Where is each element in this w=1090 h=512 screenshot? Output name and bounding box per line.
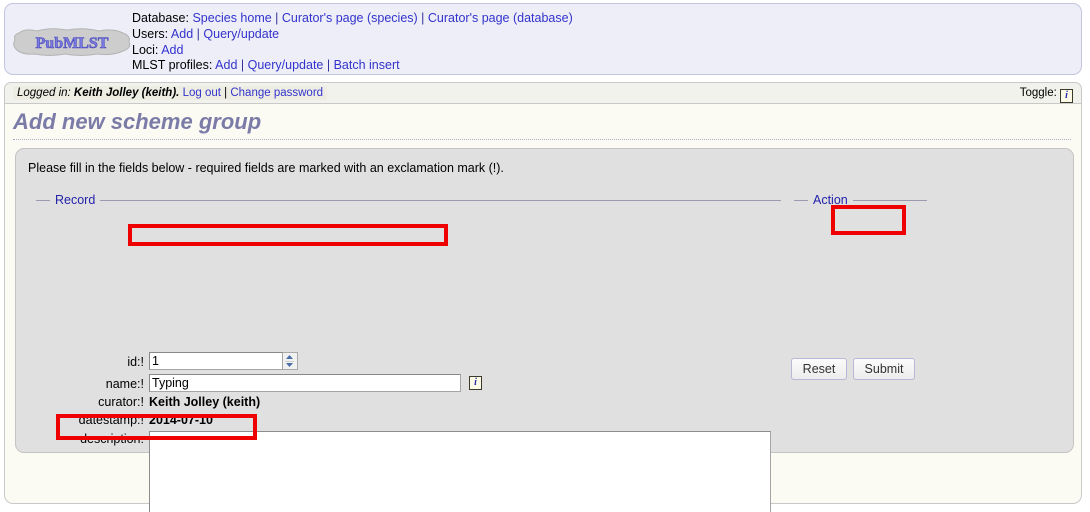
login-status-bar: Logged in: Keith Jolley (keith). Log out… (4, 82, 1082, 104)
id-label: id:! (127, 355, 144, 369)
page-title: Add new scheme group (13, 109, 1071, 140)
site-header: PubMLST Database: Species home | Curator… (4, 3, 1082, 75)
description-label: description: (80, 432, 144, 446)
link-mlst-query-update[interactable]: Query/update (248, 58, 324, 72)
record-legend: Record (55, 193, 96, 207)
link-users-query-update[interactable]: Query/update (203, 27, 279, 41)
link-curators-page-database[interactable]: Curator's page (database) (428, 11, 573, 25)
action-fieldset: Action (794, 193, 927, 249)
nav-separator: | (196, 26, 200, 41)
application-window: PubMLST Database: Species home | Curator… (0, 0, 1090, 512)
nav-separator: | (275, 11, 279, 25)
link-mlst-batch-insert[interactable]: Batch insert (334, 58, 400, 72)
logged-in-user: Keith Jolley (keith). (73, 87, 180, 99)
link-mlst-add[interactable]: Add (215, 58, 237, 72)
pubmlst-logo[interactable]: PubMLST (11, 26, 133, 58)
form-instructions: Please fill in the fields below - requir… (28, 161, 504, 175)
nav-row-database: Database: Species home | Curator's page … (132, 11, 573, 27)
nav-separator: | (240, 58, 245, 73)
login-separator: | (224, 87, 228, 99)
id-spinner[interactable] (283, 352, 298, 370)
header-nav: Database: Species home | Curator's page … (132, 11, 573, 74)
id-input[interactable] (149, 352, 283, 370)
link-users-add[interactable]: Add (171, 27, 193, 41)
scheme-group-form: Please fill in the fields below - requir… (15, 148, 1074, 512)
datestamp-value: 2014-07-10 (149, 413, 213, 427)
nav-row-mlst-profiles: MLST profiles: Add | Query/update | Batc… (132, 58, 573, 74)
nav-label-mlst-profiles: MLST profiles: (132, 58, 213, 73)
nav-label-database: Database: (132, 11, 189, 25)
spinner-down-icon[interactable] (285, 361, 294, 369)
name-label: name:! (105, 377, 144, 391)
curator-label: curator:! (98, 395, 144, 409)
link-curators-page-species[interactable]: Curator's page (species) (282, 11, 418, 25)
description-textarea[interactable] (149, 431, 771, 512)
page-content: Add new scheme group Please fill in the … (4, 104, 1082, 512)
logged-in-prefix: Logged in: (17, 87, 71, 99)
toggle-label: Toggle: (1019, 87, 1057, 99)
nav-separator: | (421, 11, 425, 25)
datestamp-label: datestamp:! (78, 413, 144, 427)
link-loci-add[interactable]: Add (161, 43, 183, 57)
login-status-text: Logged in: Keith Jolley (keith). Log out… (13, 86, 328, 100)
toggle-info-icon[interactable]: i (1060, 89, 1073, 103)
nav-label-loci: Loci: (132, 42, 159, 57)
nav-separator: | (326, 58, 331, 73)
name-input[interactable] (149, 374, 461, 392)
logout-link[interactable]: Log out (183, 87, 221, 99)
change-password-link[interactable]: Change password (230, 87, 323, 99)
toggle-control: Toggle: i (1019, 87, 1073, 103)
link-species-home[interactable]: Species home (192, 11, 271, 25)
submit-button[interactable]: Submit (853, 358, 915, 380)
reset-button[interactable]: Reset (791, 358, 847, 380)
action-legend: Action (813, 193, 848, 207)
svg-text:PubMLST: PubMLST (36, 35, 109, 52)
name-info-icon[interactable]: i (469, 376, 482, 390)
nav-row-loci: Loci: Add (132, 43, 573, 59)
curator-value: Keith Jolley (keith) (149, 395, 261, 409)
nav-row-users: Users: Add | Query/update (132, 27, 573, 43)
nav-label-users: Users: (132, 26, 169, 41)
